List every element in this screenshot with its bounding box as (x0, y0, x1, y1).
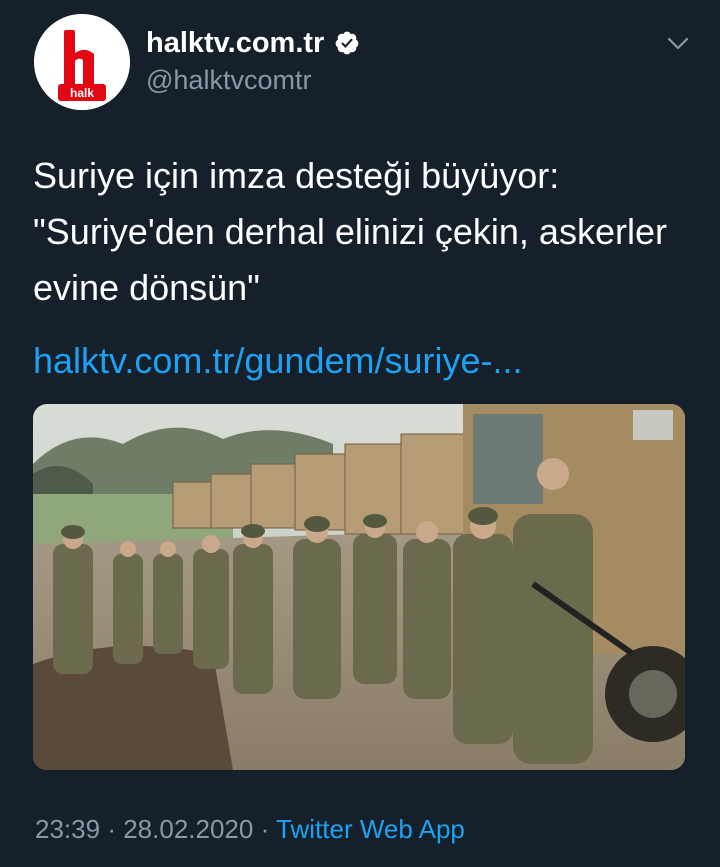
tweet-meta: 23:39 · 28.02.2020 · Twitter Web App (35, 812, 465, 846)
handle[interactable]: @halktvcomtr (146, 64, 311, 96)
display-name[interactable]: halktv.com.tr (146, 26, 324, 60)
halk-logo: halk (34, 14, 130, 110)
source-app-link[interactable]: Twitter Web App (276, 814, 465, 844)
tweet-text-line: Suriye için imza desteği büyüyor: (33, 155, 560, 196)
tweet-date[interactable]: 28.02.2020 (123, 814, 253, 844)
display-name-row[interactable]: halktv.com.tr (146, 26, 360, 60)
tweet-media-photo[interactable] (33, 404, 685, 770)
chevron-down-icon[interactable] (666, 36, 690, 52)
avatar[interactable]: halk (34, 14, 130, 110)
tweet-time[interactable]: 23:39 (35, 814, 100, 844)
soldiers-convoy-photo (33, 404, 685, 770)
avatar-label: halk (70, 86, 94, 100)
tweet-text-line: evine dönsün" (33, 267, 260, 308)
verified-badge-icon (335, 31, 359, 55)
tweet-text: Suriye için imza desteği büyüyor: "Suriy… (33, 148, 697, 316)
tweet-text-line: "Suriye'den derhal elinizi çekin, askerl… (33, 211, 667, 252)
tweet-link[interactable]: halktv.com.tr/gundem/suriye-... (33, 338, 523, 384)
meta-separator: · (107, 814, 116, 844)
meta-separator: · (260, 814, 270, 844)
